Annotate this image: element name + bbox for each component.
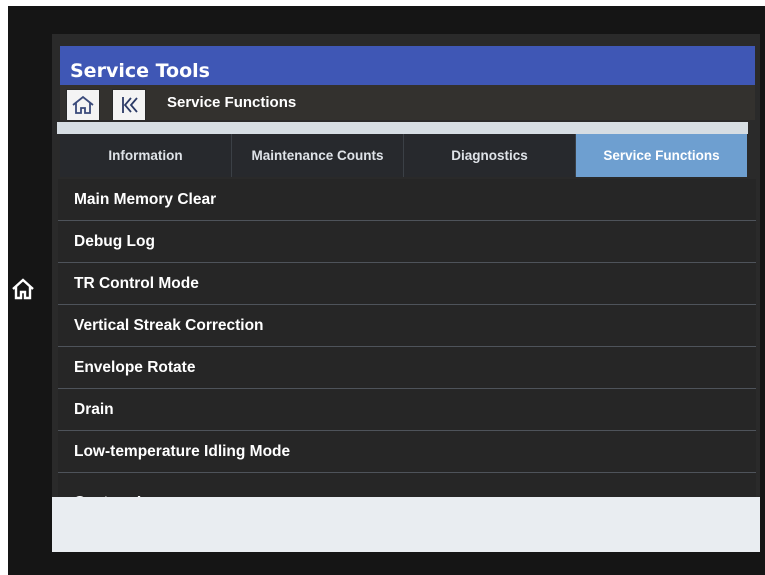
service-functions-list: Main Memory Clear Debug Log TR Control M…	[58, 179, 756, 507]
list-item-envelope-rotate[interactable]: Envelope Rotate	[58, 347, 756, 389]
list-item-main-memory-clear[interactable]: Main Memory Clear	[58, 179, 756, 221]
bezel-home-button[interactable]	[10, 276, 36, 302]
tab-maintenance-counts[interactable]: Maintenance Counts	[232, 134, 404, 177]
list-item-tr-control-mode[interactable]: TR Control Mode	[58, 263, 756, 305]
list-item-drain[interactable]: Drain	[58, 389, 756, 431]
touch-screen: Service Tools Service Functions Informat…	[52, 34, 760, 552]
bottom-panel	[52, 497, 760, 552]
tab-information[interactable]: Information	[60, 134, 232, 177]
tab-bar: Information Maintenance Counts Diagnosti…	[60, 134, 747, 177]
back-icon	[122, 97, 138, 113]
breadcrumb: Service Functions	[60, 85, 755, 121]
tab-diagnostics[interactable]: Diagnostics	[404, 134, 576, 177]
home-button[interactable]	[66, 89, 100, 121]
list-item-low-temperature-idling-mode[interactable]: Low-temperature Idling Mode	[58, 431, 756, 473]
tabs-divider	[57, 122, 748, 134]
list-item-vertical-streak-correction[interactable]: Vertical Streak Correction	[58, 305, 756, 347]
back-button[interactable]	[112, 89, 146, 121]
tab-service-functions[interactable]: Service Functions	[576, 134, 747, 177]
list-item-debug-log[interactable]: Debug Log	[58, 221, 756, 263]
home-icon	[12, 278, 34, 300]
home-icon	[72, 95, 94, 114]
breadcrumb-label: Service Functions	[167, 94, 297, 111]
